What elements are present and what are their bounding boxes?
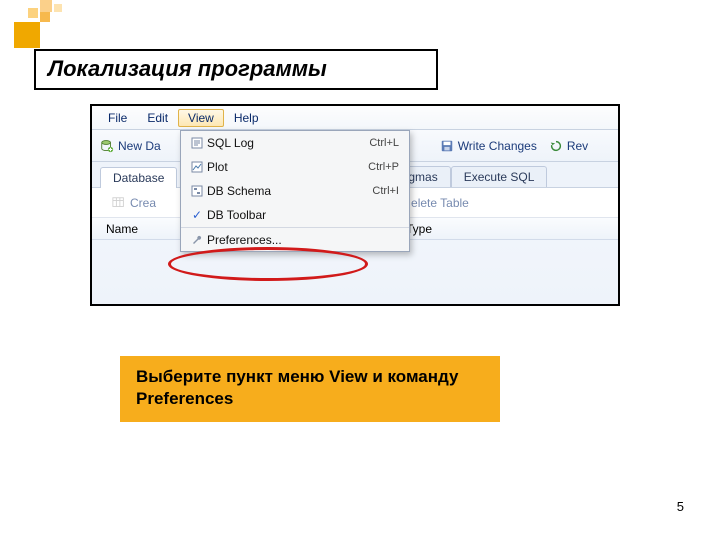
delete-table-button[interactable]: elete Table: [411, 196, 469, 210]
write-changes-button[interactable]: Write Changes: [440, 139, 537, 153]
check-icon: ✓: [187, 208, 207, 222]
revert-label: Rev: [567, 139, 588, 153]
db-add-icon: [100, 139, 114, 153]
view-menu-dropdown: SQL Log Ctrl+L Plot Ctrl+P DB Schema Ctr…: [180, 130, 410, 252]
create-table-button[interactable]: Crea: [112, 196, 156, 210]
menu-edit[interactable]: Edit: [137, 109, 178, 127]
menu-help[interactable]: Help: [224, 109, 269, 127]
delete-table-label: elete Table: [411, 196, 469, 210]
menu-item-db-toolbar[interactable]: ✓ DB Toolbar: [181, 203, 409, 227]
menu-item-shortcut: Ctrl+L: [369, 137, 399, 149]
slide-title: Локализация программы: [34, 49, 438, 90]
schema-icon: [187, 185, 207, 197]
slide-deco: [0, 0, 110, 50]
menu-item-label: DB Schema: [207, 184, 372, 198]
app-screenshot: File Edit View Help New Da Write Changes…: [90, 104, 620, 306]
menu-item-label: SQL Log: [207, 136, 369, 150]
tab-database-structure[interactable]: Database: [100, 167, 177, 188]
plot-icon: [187, 161, 207, 173]
menu-item-db-schema[interactable]: DB Schema Ctrl+I: [181, 179, 409, 203]
new-database-label: New Da: [118, 139, 161, 153]
page-number: 5: [677, 499, 684, 514]
menu-item-shortcut: Ctrl+I: [372, 185, 399, 197]
menu-item-plot[interactable]: Plot Ctrl+P: [181, 155, 409, 179]
tab-execute-sql[interactable]: Execute SQL: [451, 166, 548, 187]
menu-item-label: Preferences...: [207, 233, 399, 247]
new-database-button[interactable]: New Da: [100, 139, 161, 153]
slide-instruction: Выберите пункт меню View и команду Prefe…: [120, 356, 500, 422]
table-add-icon: [112, 196, 126, 210]
save-icon: [440, 139, 454, 153]
menu-item-label: DB Toolbar: [207, 208, 399, 222]
menu-view[interactable]: View: [178, 109, 224, 127]
write-changes-label: Write Changes: [458, 139, 537, 153]
wrench-icon: [187, 234, 207, 246]
menu-item-sql-log[interactable]: SQL Log Ctrl+L: [181, 131, 409, 155]
revert-button[interactable]: Rev: [549, 139, 588, 153]
menu-item-preferences[interactable]: Preferences...: [181, 227, 409, 251]
highlight-oval: [168, 247, 368, 281]
revert-icon: [549, 139, 563, 153]
log-icon: [187, 137, 207, 149]
menubar: File Edit View Help: [92, 106, 618, 130]
menu-file[interactable]: File: [98, 109, 137, 127]
menu-item-shortcut: Ctrl+P: [368, 161, 399, 173]
create-table-label: Crea: [130, 196, 156, 210]
menu-item-label: Plot: [207, 160, 368, 174]
